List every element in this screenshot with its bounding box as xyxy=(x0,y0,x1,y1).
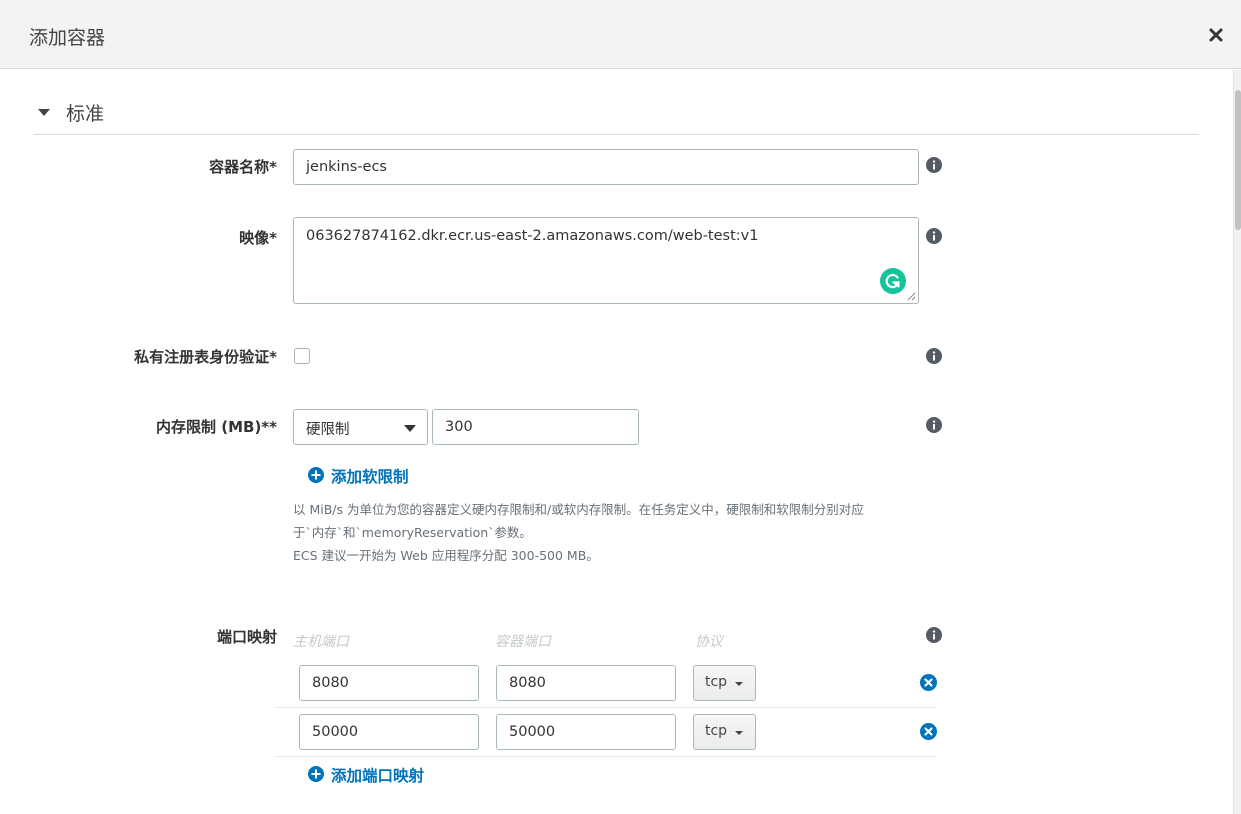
info-icon[interactable] xyxy=(926,228,942,244)
info-icon[interactable] xyxy=(926,627,942,643)
plus-circle-icon xyxy=(308,766,324,782)
chevron-down-icon xyxy=(735,731,743,735)
plus-circle-icon xyxy=(308,467,324,483)
memory-limit-input[interactable] xyxy=(432,409,639,445)
container-port-input[interactable] xyxy=(496,714,676,750)
memory-limit-type-value: 硬限制 xyxy=(306,422,350,438)
dialog-body: 标准 容器名称* 映像* 063627874162.dkr.ecr.us-eas… xyxy=(0,70,1233,814)
private-registry-label: 私有注册表身份验证* xyxy=(134,348,277,366)
resize-handle-icon[interactable] xyxy=(906,291,916,301)
memory-help-text: 以 MiB/s 为单位为您的容器定义硬内存限制和/或软内存限制。在任务定义中，硬… xyxy=(293,502,864,563)
caret-down-icon xyxy=(38,109,50,116)
add-soft-limit-link[interactable]: 添加软限制 xyxy=(331,465,409,487)
remove-circle-icon[interactable] xyxy=(920,674,937,691)
container-port-header: 容器端口 xyxy=(495,634,551,650)
add-container-dialog: 添加容器 标准 容器名称* 映像* 063627874162.dkr.ecr.u… xyxy=(0,0,1241,814)
grammarly-icon[interactable] xyxy=(880,268,906,294)
info-icon[interactable] xyxy=(926,157,942,173)
vertical-scrollbar[interactable] xyxy=(1233,70,1241,814)
protocol-dropdown[interactable]: tcp xyxy=(693,714,756,750)
container-name-input[interactable] xyxy=(293,149,919,185)
remove-circle-icon[interactable] xyxy=(920,723,937,740)
close-button[interactable] xyxy=(1204,23,1228,47)
host-port-input[interactable] xyxy=(299,665,479,701)
memory-limit-type-select[interactable]: 硬限制 xyxy=(293,409,428,445)
dialog-header: 添加容器 xyxy=(0,0,1241,69)
host-port-input[interactable] xyxy=(299,714,479,750)
section-title: 标准 xyxy=(66,103,105,125)
info-icon[interactable] xyxy=(926,348,942,364)
private-registry-checkbox[interactable] xyxy=(294,348,310,364)
chevron-down-icon xyxy=(404,425,416,432)
chevron-down-icon xyxy=(735,682,743,686)
host-port-header: 主机端口 xyxy=(293,634,349,650)
protocol-header: 协议 xyxy=(695,634,723,650)
memory-limit-label: 内存限制 (MB)** xyxy=(156,418,277,436)
image-label: 映像* xyxy=(239,229,277,247)
image-textarea[interactable]: 063627874162.dkr.ecr.us-east-2.amazonaws… xyxy=(293,217,919,304)
row-divider xyxy=(275,756,936,757)
row-divider xyxy=(275,707,936,708)
dialog-title: 添加容器 xyxy=(29,27,106,49)
container-port-input[interactable] xyxy=(496,665,676,701)
scrollbar-thumb[interactable] xyxy=(1235,90,1241,230)
add-port-mapping-link[interactable]: 添加端口映射 xyxy=(331,764,424,786)
section-standard-header[interactable]: 标准 xyxy=(34,96,1199,135)
info-icon[interactable] xyxy=(926,417,942,433)
port-mappings-label: 端口映射 xyxy=(216,628,277,646)
protocol-dropdown[interactable]: tcp xyxy=(693,665,756,701)
container-name-label: 容器名称* xyxy=(209,158,277,176)
close-icon xyxy=(1209,28,1223,42)
